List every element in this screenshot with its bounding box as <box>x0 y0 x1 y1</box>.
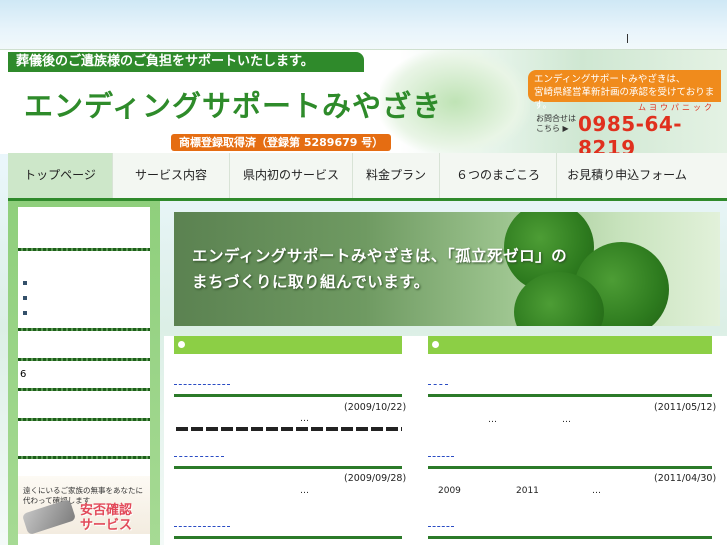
main-nav: トップページ サービス内容 県内初のサービス 料金プラン ６つのまごころ お見積… <box>8 153 727 201</box>
nav-item-top[interactable]: トップページ <box>8 153 113 198</box>
contact-label-1: お問合せは <box>536 114 576 123</box>
sidebar-divider <box>18 358 150 361</box>
news-excerpt: … <box>562 415 571 425</box>
news-excerpt: … <box>592 486 601 496</box>
safety-banner-label-1: 安否確認 <box>80 503 133 518</box>
sidebar-bullet[interactable] <box>23 296 27 300</box>
nav-item-first-in-prefecture[interactable]: 県内初のサービス <box>230 153 353 198</box>
news-year: 2009 <box>438 486 461 496</box>
content-background <box>164 336 727 545</box>
top-sky-strip <box>0 0 727 50</box>
safety-banner-label: 安否確認 サービス <box>80 503 132 533</box>
nav-item-estimate-form[interactable]: お見積り申込フォーム <box>557 153 697 198</box>
approval-line-1: エンディングサポートみやざきは、 <box>534 74 686 85</box>
news-link[interactable] <box>428 384 448 386</box>
cursor-mark <box>627 34 628 43</box>
logo-text: エンディングサポートみやざき <box>24 89 442 123</box>
news-title-bar[interactable] <box>176 427 402 431</box>
bullet-icon <box>178 341 185 348</box>
news-divider <box>428 394 712 397</box>
hero-line-2: まちづくりに取り組んでいます。 <box>192 272 430 291</box>
sidebar-divider <box>18 418 150 421</box>
sidebar-divider <box>18 328 150 331</box>
approval-notice: エンディングサポートみやざきは、 宮崎県経営革新計画の承認を受けております。 <box>528 70 721 111</box>
news-date: (2009/10/22) <box>344 402 407 413</box>
news-excerpt: … <box>300 486 309 496</box>
safety-check-banner[interactable]: 遠くにいるご家族の無事をあなたに代わって確認します 安否確認 サービス <box>18 476 150 534</box>
news-divider <box>174 394 402 397</box>
news-divider <box>428 466 712 469</box>
contact-label-2: こちら ▶ <box>536 124 569 133</box>
sidebar: 6 遠くにいるご家族の無事をあなたに代わって確認します 安否確認 サービス <box>8 201 160 545</box>
news-date: (2011/05/12) <box>654 402 717 413</box>
news-date: (2011/04/30) <box>654 473 717 484</box>
sidebar-divider <box>18 248 150 251</box>
header-tagline: 葬儀後のご遺族様のご負担をサポートいたします。 <box>8 52 364 72</box>
sidebar-number: 6 <box>20 369 27 380</box>
sidebar-divider <box>18 388 150 391</box>
nav-item-services[interactable]: サービス内容 <box>113 153 230 198</box>
contact-label: お問合せは こちら ▶ <box>536 114 576 134</box>
news-link[interactable] <box>428 526 454 528</box>
news-column-left <box>174 336 402 354</box>
bullet-icon <box>432 341 439 348</box>
news-header-left <box>174 336 402 354</box>
news-year: 2011 <box>516 486 539 496</box>
nav-item-pricing[interactable]: 料金プラン <box>353 153 440 198</box>
site-header: 葬儀後のご遺族様のご負担をサポートいたします。 エンディングサポートみやざき 商… <box>0 49 727 160</box>
news-divider <box>174 466 402 469</box>
news-excerpt: … <box>488 415 497 425</box>
trademark-badge: 商標登録取得済（登録第 5289679 号） <box>171 134 392 151</box>
safety-banner-label-2: サービス <box>80 518 133 533</box>
sidebar-bullet[interactable] <box>23 311 27 315</box>
news-link[interactable] <box>174 456 224 458</box>
news-link[interactable] <box>174 384 230 386</box>
news-header-right <box>428 336 712 354</box>
sidebar-divider <box>18 456 150 459</box>
site-logo[interactable]: エンディングサポートみやざき <box>24 88 442 124</box>
hero-banner: エンディングサポートみやざきは、「孤立死ゼロ」の まちづくりに取り組んでいます。 <box>174 212 720 326</box>
news-divider <box>428 536 712 539</box>
news-date: (2009/09/28) <box>344 473 407 484</box>
news-link[interactable] <box>174 526 230 528</box>
news-column-right <box>428 336 712 354</box>
sidebar-bullet[interactable] <box>23 281 27 285</box>
nav-item-six-sincerities[interactable]: ６つのまごころ <box>440 153 557 198</box>
news-excerpt: … <box>300 414 309 424</box>
news-link[interactable] <box>428 456 454 458</box>
news-divider <box>174 536 402 539</box>
hero-line-1: エンディングサポートみやざきは、「孤立死ゼロ」の <box>192 246 568 265</box>
